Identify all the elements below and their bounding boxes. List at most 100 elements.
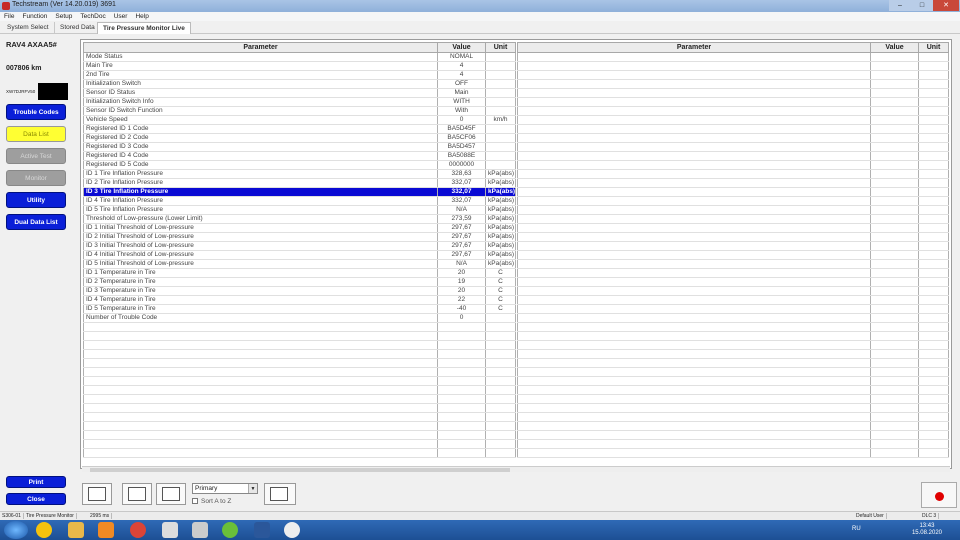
- calculator-icon[interactable]: [192, 522, 208, 538]
- table-row[interactable]: Sensor ID Status Main: [83, 88, 516, 98]
- sort-checkbox[interactable]: Sort A to Z: [192, 498, 231, 505]
- table-row[interactable]: [517, 412, 949, 422]
- table-row[interactable]: Threshold of Low-pressure (Lower Limit) 2…: [83, 214, 516, 224]
- print-button[interactable]: Print: [6, 476, 66, 488]
- table-row[interactable]: [517, 286, 949, 296]
- table-row[interactable]: [83, 358, 516, 368]
- table-row[interactable]: [517, 331, 949, 341]
- table-row[interactable]: [517, 277, 949, 287]
- table-row[interactable]: [83, 385, 516, 395]
- header-parameter[interactable]: Parameter: [83, 42, 438, 53]
- close-button[interactable]: Close: [6, 493, 66, 505]
- table-row[interactable]: Sensor ID Switch Function With: [83, 106, 516, 116]
- table-row[interactable]: [517, 160, 949, 170]
- active-test-button[interactable]: Active Test: [6, 148, 66, 164]
- tab-tire-pressure-monitor-live[interactable]: Tire Pressure Monitor Live: [97, 22, 191, 34]
- primary-select[interactable]: Primary ▼: [192, 483, 258, 494]
- chrome-icon[interactable]: [130, 522, 146, 538]
- table-row[interactable]: [83, 448, 516, 458]
- table-row[interactable]: Registered ID 3 Code BA5D457: [83, 142, 516, 152]
- table-row[interactable]: ID 1 Tire Inflation Pressure 328,63 kPa(ab…: [83, 169, 516, 179]
- table-row[interactable]: ID 5 Temperature in Tire -40 C: [83, 304, 516, 314]
- table-row[interactable]: [517, 133, 949, 143]
- start-button[interactable]: [4, 521, 28, 539]
- table-row[interactable]: [83, 376, 516, 386]
- table-row[interactable]: [517, 124, 949, 134]
- monitor-button[interactable]: Monitor: [6, 170, 66, 186]
- header-value[interactable]: Value: [437, 42, 486, 53]
- table-row[interactable]: Registered ID 2 Code BA5CF06: [83, 133, 516, 143]
- table-row[interactable]: [517, 340, 949, 350]
- table-row[interactable]: Initialization Switch Info WITH: [83, 97, 516, 107]
- table-row[interactable]: [83, 403, 516, 413]
- table-row[interactable]: [517, 304, 949, 314]
- table-row[interactable]: [517, 196, 949, 206]
- scrollbar-thumb[interactable]: [90, 468, 510, 472]
- table-row[interactable]: [83, 421, 516, 431]
- table-row[interactable]: Number of Trouble Code 0: [83, 313, 516, 323]
- edit-button[interactable]: [122, 483, 152, 505]
- table-row[interactable]: [83, 349, 516, 359]
- table-row[interactable]: [517, 394, 949, 404]
- record-button[interactable]: [921, 482, 957, 508]
- table-row[interactable]: [517, 241, 949, 251]
- menu-techdoc[interactable]: TechDoc: [76, 12, 109, 21]
- table-row[interactable]: [83, 412, 516, 422]
- table-row[interactable]: ID 5 Initial Threshold of Low-pressure N/…: [83, 259, 516, 269]
- table-row[interactable]: ID 2 Initial Threshold of Low-pressure 29…: [83, 232, 516, 242]
- table-row[interactable]: [517, 376, 949, 386]
- table-row[interactable]: [517, 367, 949, 377]
- table-row[interactable]: [517, 385, 949, 395]
- table-row[interactable]: [517, 169, 949, 179]
- table-row[interactable]: Main Tire 4: [83, 61, 516, 71]
- menu-file[interactable]: File: [0, 12, 18, 21]
- table-row[interactable]: ID 3 Initial Threshold of Low-pressure 29…: [83, 241, 516, 251]
- table-row[interactable]: [517, 421, 949, 431]
- utorrent-icon[interactable]: [222, 522, 238, 538]
- table-row[interactable]: [517, 61, 949, 71]
- table-row[interactable]: [517, 313, 949, 323]
- table-row[interactable]: Registered ID 1 Code BA5D45F: [83, 124, 516, 134]
- trouble-codes-button[interactable]: Trouble Codes: [6, 104, 66, 120]
- header-unit[interactable]: Unit: [485, 42, 516, 53]
- menu-setup[interactable]: Setup: [51, 12, 76, 21]
- language-indicator[interactable]: RU: [852, 526, 861, 532]
- clock[interactable]: 13:43 15.08.2020: [912, 523, 942, 537]
- table-row[interactable]: 2nd Tire 4: [83, 70, 516, 80]
- tab-stored-data[interactable]: Stored Data: [55, 22, 101, 34]
- table-row[interactable]: [517, 70, 949, 80]
- table-row[interactable]: ID 3 Tire Inflation Pressure 332,07 kPa(ab…: [83, 187, 516, 197]
- dual-data-list-button[interactable]: Dual Data List: [6, 214, 66, 230]
- table-row[interactable]: [517, 79, 949, 89]
- checkbox-icon[interactable]: [192, 498, 198, 505]
- table-row[interactable]: [83, 367, 516, 377]
- table-row[interactable]: ID 4 Temperature in Tire 22 C: [83, 295, 516, 305]
- horizontal-scrollbar[interactable]: [82, 466, 950, 472]
- table-row[interactable]: Initialization Switch OFF: [83, 79, 516, 89]
- techstream-icon[interactable]: [284, 522, 300, 538]
- table-row[interactable]: [517, 439, 949, 449]
- table-row[interactable]: [517, 295, 949, 305]
- table-row[interactable]: ID 2 Temperature in Tire 19 C: [83, 277, 516, 287]
- maximize-button[interactable]: □: [911, 0, 933, 11]
- table-row[interactable]: Vehicle Speed 0 km/h: [83, 115, 516, 125]
- table-row[interactable]: [517, 97, 949, 107]
- table-row[interactable]: Registered ID 4 Code BA5088E: [83, 151, 516, 161]
- close-window-button[interactable]: ✕: [933, 0, 959, 11]
- table-row[interactable]: ID 4 Tire Inflation Pressure 332,07 kPa(ab…: [83, 196, 516, 206]
- table-row[interactable]: [517, 88, 949, 98]
- header-parameter-right[interactable]: Parameter: [517, 42, 871, 53]
- table-row[interactable]: [517, 223, 949, 233]
- table-row[interactable]: [517, 115, 949, 125]
- table-row[interactable]: [517, 430, 949, 440]
- table-row[interactable]: [517, 232, 949, 242]
- header-unit-right[interactable]: Unit: [918, 42, 949, 53]
- chevron-down-icon[interactable]: ▼: [248, 484, 257, 493]
- table-row[interactable]: [517, 349, 949, 359]
- data-list-button[interactable]: Data List: [6, 126, 66, 142]
- table-row[interactable]: ID 4 Initial Threshold of Low-pressure 29…: [83, 250, 516, 260]
- minimize-button[interactable]: –: [889, 0, 911, 11]
- table-row[interactable]: [517, 259, 949, 269]
- menu-function[interactable]: Function: [18, 12, 51, 21]
- table-row[interactable]: [83, 439, 516, 449]
